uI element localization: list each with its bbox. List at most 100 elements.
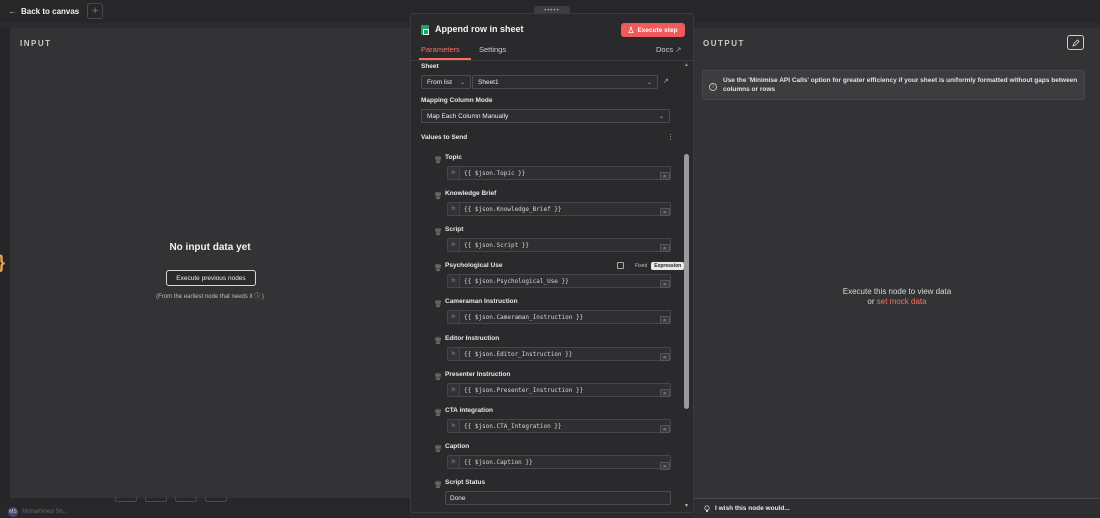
delete-field-icon[interactable]: 🗑: [434, 192, 442, 200]
back-to-canvas-label: Back to canvas: [21, 6, 80, 16]
external-link-icon: ↗: [675, 45, 682, 54]
chevron-down-icon: ⌄: [658, 114, 664, 120]
field-label: Presenter Instruction: [445, 371, 511, 378]
flask-icon: [628, 27, 635, 33]
scroll-down-icon[interactable]: ▼: [684, 503, 689, 509]
canvas-edge: [0, 28, 10, 518]
fixed-expression-toggle[interactable]: ⋮ Fixed Expression: [617, 261, 685, 270]
field-label: Editor Instruction: [445, 335, 500, 342]
add-node-button[interactable]: +: [87, 3, 104, 19]
info-text: Use the 'Minimise API Calls' option for …: [723, 77, 1078, 93]
expand-editor-icon[interactable]: ⇱: [660, 425, 670, 433]
mapping-mode-value: Map Each Column Manually: [427, 112, 509, 120]
user-profile[interactable]: MS Mohammed Sh...: [8, 507, 68, 517]
delete-field-icon[interactable]: 🗑: [434, 228, 442, 236]
expression-input[interactable]: {{ $json.Presenter_Instruction }}: [459, 383, 671, 397]
canvas-control-button[interactable]: [175, 497, 197, 502]
expression-input[interactable]: {{ $json.Topic }}: [459, 166, 671, 180]
execute-previous-nodes-button[interactable]: Execute previous nodes: [166, 270, 256, 286]
expression-input[interactable]: {{ $json.Caption }}: [459, 455, 671, 469]
delete-field-icon[interactable]: 🗑: [434, 445, 442, 453]
delete-field-icon[interactable]: 🗑: [434, 337, 442, 345]
fixed-option[interactable]: Fixed: [633, 262, 649, 270]
field-label: Knowledge Brief: [445, 190, 497, 197]
expression-input[interactable]: {{ $json.Cameraman_Instruction }}: [459, 310, 671, 324]
expression-option[interactable]: Expression: [651, 261, 685, 270]
delete-field-icon[interactable]: 🗑: [434, 300, 442, 308]
delete-field-icon[interactable]: 🗑: [434, 373, 442, 381]
expand-editor-icon[interactable]: ⇱: [660, 353, 670, 361]
expand-editor-icon[interactable]: ⇱: [660, 462, 670, 470]
expand-editor-icon[interactable]: ⇱: [660, 280, 670, 288]
feedback-bar[interactable]: I wish this node would...: [694, 498, 1100, 518]
docs-label: Docs: [656, 45, 674, 54]
expand-editor-icon[interactable]: ⇱: [660, 172, 670, 180]
field-label: Topic: [445, 154, 462, 161]
field-label: Psychological Use: [445, 262, 503, 269]
sheet-label: Sheet: [421, 63, 439, 70]
expand-editor-icon[interactable]: ⇱: [660, 208, 670, 216]
chevron-down-icon: ⌄: [459, 80, 465, 86]
expression-input[interactable]: {{ $json.Script }}: [459, 238, 671, 252]
expand-editor-icon[interactable]: ⇱: [660, 389, 670, 397]
field-label: Script: [445, 226, 464, 233]
fx-icon: fx: [447, 166, 459, 180]
delete-field-icon[interactable]: 🗑: [434, 156, 442, 164]
fx-icon: fx: [447, 419, 459, 433]
execute-step-button[interactable]: Execute step: [621, 23, 685, 37]
user-name: Mohammed Sh...: [22, 509, 68, 515]
canvas-control-button[interactable]: [145, 497, 167, 502]
back-to-canvas-link[interactable]: ← Back to canvas: [8, 6, 79, 16]
expression-input[interactable]: {{ $json.Psychological_Use }}: [459, 274, 671, 288]
field-label: Cameraman Instruction: [445, 298, 518, 305]
execute-node-hint: Execute this node to view data: [842, 287, 952, 296]
canvas-control-button[interactable]: [205, 497, 227, 502]
mapping-icon: [617, 262, 624, 269]
values-to-send-label: Values to Send: [421, 134, 468, 141]
scroll-up-icon[interactable]: ▲: [684, 62, 689, 68]
field-label: CTA integration: [445, 407, 494, 414]
docs-link[interactable]: Docs ↗: [656, 45, 681, 54]
scrollbar-thumb[interactable]: [684, 154, 689, 409]
delete-field-icon[interactable]: 🗑: [434, 481, 442, 489]
expression-input[interactable]: {{ $json.CTA_Integration }}: [459, 419, 671, 433]
edit-output-button[interactable]: [1067, 35, 1084, 50]
script-status-input[interactable]: Done: [445, 491, 671, 505]
input-panel: [10, 28, 410, 498]
expression-input[interactable]: {{ $json.Knowledge_Brief }}: [459, 202, 671, 216]
delete-field-icon[interactable]: 🗑: [434, 264, 442, 272]
sheet-mode-select[interactable]: From list ⌄: [421, 75, 471, 89]
expand-editor-icon[interactable]: ⇱: [660, 316, 670, 324]
mock-data-line: or set mock data: [694, 297, 1100, 307]
open-sheet-external-icon[interactable]: ↗: [663, 77, 669, 85]
google-sheets-icon: [421, 25, 429, 35]
fx-icon: fx: [447, 202, 459, 216]
node-title[interactable]: Append row in sheet: [435, 24, 524, 34]
expression-input[interactable]: {{ $json.Editor_Instruction }}: [459, 347, 671, 361]
lightbulb-icon: [704, 504, 710, 512]
tab-parameters[interactable]: Parameters: [421, 45, 460, 54]
canvas-control-button[interactable]: [115, 497, 137, 502]
delete-field-icon[interactable]: 🗑: [434, 409, 442, 417]
chevron-down-icon: ⌄: [646, 80, 652, 86]
node-header: Append row in sheet Execute step Paramet…: [411, 14, 693, 60]
execute-step-label: Execute step: [637, 26, 678, 34]
mapping-mode-select[interactable]: Map Each Column Manually ⌄: [421, 109, 670, 123]
node-settings-panel: Append row in sheet Execute step Paramet…: [410, 13, 694, 513]
tab-settings[interactable]: Settings: [479, 45, 506, 54]
info-callout: i Use the 'Minimise API Calls' option fo…: [702, 70, 1085, 100]
sheet-value: Sheet1: [478, 78, 499, 86]
expand-editor-icon[interactable]: ⇱: [660, 244, 670, 252]
field-label: Caption: [445, 443, 470, 450]
fx-icon: fx: [447, 310, 459, 324]
fx-icon: fx: [447, 238, 459, 252]
script-status-label: Script Status: [445, 479, 486, 486]
sheet-select[interactable]: Sheet1 ⌄: [472, 75, 658, 89]
set-mock-data-link[interactable]: set mock data: [877, 297, 927, 306]
output-heading: OUTPUT: [703, 39, 745, 48]
more-options-icon[interactable]: ⋮: [667, 133, 674, 141]
fx-icon: fx: [447, 455, 459, 469]
fx-icon: fx: [447, 274, 459, 288]
or-label: or: [867, 297, 875, 306]
more-icon: ⋮: [626, 262, 631, 269]
